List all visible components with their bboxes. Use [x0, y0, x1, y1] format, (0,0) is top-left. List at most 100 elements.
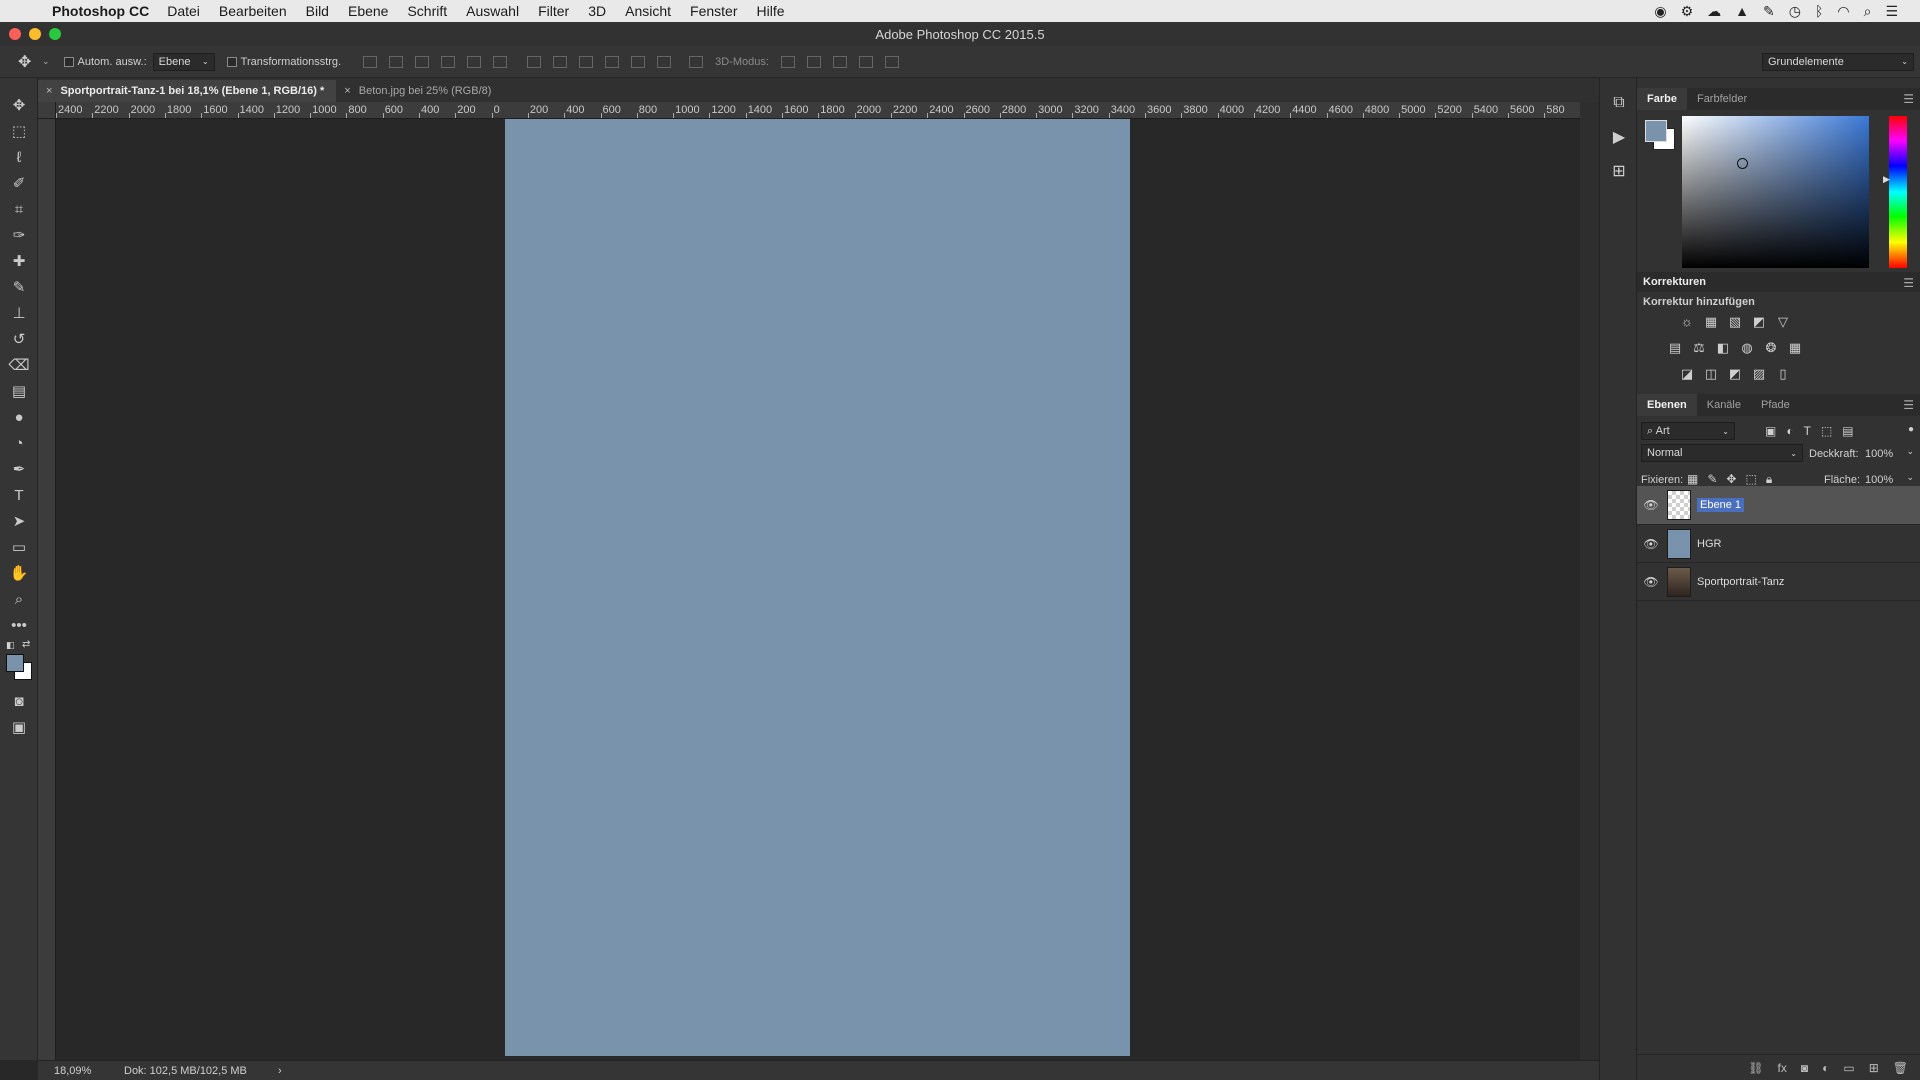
opacity-chevron-icon[interactable]: ⌄	[1906, 446, 1914, 457]
menu-ansicht[interactable]: Ansicht	[625, 3, 671, 19]
3d-roll-icon[interactable]	[806, 55, 821, 68]
tab-pfade[interactable]: Pfade	[1751, 394, 1800, 416]
minimize-window-button[interactable]	[29, 28, 41, 40]
distribute-right-icon[interactable]	[657, 55, 672, 68]
adjustment-layer-icon[interactable]: ◐	[1822, 1061, 1829, 1075]
move-tool-icon[interactable]: ✥	[18, 52, 42, 72]
visibility-eye-icon[interactable]: 👁︎	[1637, 537, 1665, 551]
vertical-scrollbar[interactable]	[1580, 102, 1599, 1060]
panel-menu-icon[interactable]: ☰	[1903, 398, 1914, 412]
menu-3d[interactable]: 3D	[588, 3, 606, 19]
selective-color-icon[interactable]: ▨	[1747, 366, 1771, 382]
threshold-icon[interactable]: ◩	[1723, 366, 1747, 382]
history-panel-icon[interactable]: ⧉	[1600, 86, 1638, 120]
wifi-icon[interactable]: ◠	[1837, 3, 1849, 20]
transform-controls-checkbox[interactable]	[226, 56, 237, 67]
screen-mode-icon[interactable]: ▣	[0, 714, 38, 740]
clone-stamp-tool-icon[interactable]: ⊥	[0, 300, 38, 326]
close-tab-icon[interactable]: ×	[344, 85, 350, 97]
filter-smartobject-icon[interactable]: ▤	[1842, 424, 1853, 438]
curves-icon[interactable]: ▧	[1723, 314, 1747, 330]
status-menu-arrow[interactable]: ›	[278, 1065, 282, 1077]
auto-select-dropdown[interactable]: Ebene ⌄	[152, 52, 215, 71]
horizontal-ruler[interactable]: 2400 2200 2000 1800 1600 1400 1200 1000 800 600 40…	[56, 102, 1580, 119]
healing-brush-tool-icon[interactable]: ✚	[0, 248, 38, 274]
posterize-icon[interactable]: ◫	[1699, 366, 1723, 382]
align-left-icon[interactable]	[441, 55, 456, 68]
distribute-hcenter-icon[interactable]	[631, 55, 646, 68]
image-canvas[interactable]	[505, 119, 1130, 1056]
hue-slider[interactable]: ▶	[1883, 116, 1907, 268]
new-layer-icon[interactable]: ⊞	[1869, 1061, 1879, 1075]
menu-auswahl[interactable]: Auswahl	[466, 3, 519, 19]
filter-adjustment-icon[interactable]: ◐	[1786, 424, 1793, 438]
distribute-top-icon[interactable]	[527, 55, 542, 68]
lock-position-icon[interactable]: ✥	[1726, 472, 1736, 487]
link-layers-icon[interactable]: ⛓	[1748, 1061, 1763, 1075]
ruler-origin[interactable]	[38, 102, 56, 119]
menu-bild[interactable]: Bild	[306, 3, 329, 19]
layer-name[interactable]: HGR	[1697, 538, 1721, 550]
opacity-value[interactable]: 100%	[1865, 448, 1893, 460]
workspace-dropdown[interactable]: Grundelemente ⌄	[1762, 52, 1914, 71]
close-tab-icon[interactable]: ×	[46, 85, 52, 97]
fill-value[interactable]: 100%	[1865, 474, 1893, 486]
default-colors-icon[interactable]: ◧	[6, 640, 15, 651]
search-icon[interactable]: ⌕	[1864, 3, 1872, 20]
document-tab-beton[interactable]: × Beton.jpg bei 25% (RGB/8)	[336, 80, 503, 102]
invert-icon[interactable]: ◪	[1675, 366, 1699, 382]
filter-pixel-icon[interactable]: ▣	[1765, 424, 1776, 438]
eraser-tool-icon[interactable]: ⌫	[0, 352, 38, 378]
menu-hilfe[interactable]: Hilfe	[757, 3, 785, 19]
align-vcenter-icon[interactable]	[389, 55, 404, 68]
lock-transparency-icon[interactable]: ▦	[1687, 472, 1698, 487]
vertical-ruler[interactable]	[38, 119, 56, 1060]
align-right-icon[interactable]	[493, 55, 508, 68]
layer-row-hgr[interactable]: 👁︎ HGR	[1637, 525, 1920, 563]
color-picker-marker[interactable]	[1737, 158, 1748, 169]
layer-name[interactable]: Ebene 1	[1697, 498, 1744, 512]
align-top-icon[interactable]	[363, 55, 378, 68]
3d-rotate-icon[interactable]	[780, 55, 795, 68]
3d-slide-icon[interactable]	[858, 55, 873, 68]
script-icon[interactable]: ✎	[1763, 3, 1775, 20]
layer-filter-dropdown[interactable]: ⌕ Art ⌄	[1641, 422, 1735, 440]
black-white-icon[interactable]: ◧	[1711, 340, 1735, 356]
filter-shape-icon[interactable]: ⬚	[1821, 424, 1832, 438]
path-select-tool-icon[interactable]: ➤	[0, 508, 38, 534]
actions-panel-icon[interactable]: ▶	[1600, 120, 1638, 154]
layer-row-sportportrait-tanz[interactable]: 👁︎ Sportportrait-Tanz	[1637, 563, 1920, 601]
tool-preset-chevron-icon[interactable]: ⌄	[42, 56, 50, 67]
panel-menu-icon[interactable]: ☰	[1903, 92, 1914, 106]
dodge-tool-icon[interactable]: ◔	[0, 430, 38, 456]
blur-tool-icon[interactable]: ●	[0, 404, 38, 430]
align-bottom-icon[interactable]	[415, 55, 430, 68]
lock-all-icon[interactable]: 🔒︎	[1766, 472, 1772, 487]
lasso-tool-icon[interactable]: ℓ	[0, 144, 38, 170]
creative-cloud-icon[interactable]: ☁	[1707, 3, 1721, 20]
layer-mask-icon[interactable]: ◙	[1801, 1061, 1808, 1075]
new-group-icon[interactable]: ▭	[1843, 1061, 1854, 1075]
visibility-eye-icon[interactable]: 👁︎	[1637, 498, 1665, 512]
swap-colors-icon[interactable]: ⇄	[22, 639, 30, 650]
marquee-tool-icon[interactable]: ⬚	[0, 118, 38, 144]
document-tab-active[interactable]: × Sportportrait-Tanz-1 bei 18,1% (Ebene …	[38, 80, 337, 102]
zoom-window-button[interactable]	[49, 28, 61, 40]
menu-ebene[interactable]: Ebene	[348, 3, 388, 19]
close-window-button[interactable]	[9, 28, 21, 40]
layer-row-ebene-1[interactable]: 👁︎ Ebene 1	[1637, 486, 1920, 525]
move-tool-icon[interactable]: ✥	[0, 92, 38, 118]
menu-app-name[interactable]: Photoshop CC	[52, 3, 149, 19]
menu-bearbeiten[interactable]: Bearbeiten	[219, 3, 287, 19]
rectangle-tool-icon[interactable]: ▭	[0, 534, 38, 560]
timemachine-icon[interactable]: ◷	[1789, 3, 1801, 20]
color-panel-fg-swatch[interactable]	[1645, 120, 1667, 142]
distribute-left-icon[interactable]	[605, 55, 620, 68]
panel-menu-icon[interactable]: ☰	[1903, 276, 1914, 290]
filter-toggle-icon[interactable]: ●	[1908, 424, 1914, 435]
gradient-tool-icon[interactable]: ▤	[0, 378, 38, 404]
channel-mixer-icon[interactable]: ❂	[1759, 340, 1783, 356]
history-brush-tool-icon[interactable]: ↺	[0, 326, 38, 352]
vibrance-icon[interactable]: ▽	[1771, 314, 1795, 330]
tab-farbfelder[interactable]: Farbfelder	[1687, 88, 1757, 110]
